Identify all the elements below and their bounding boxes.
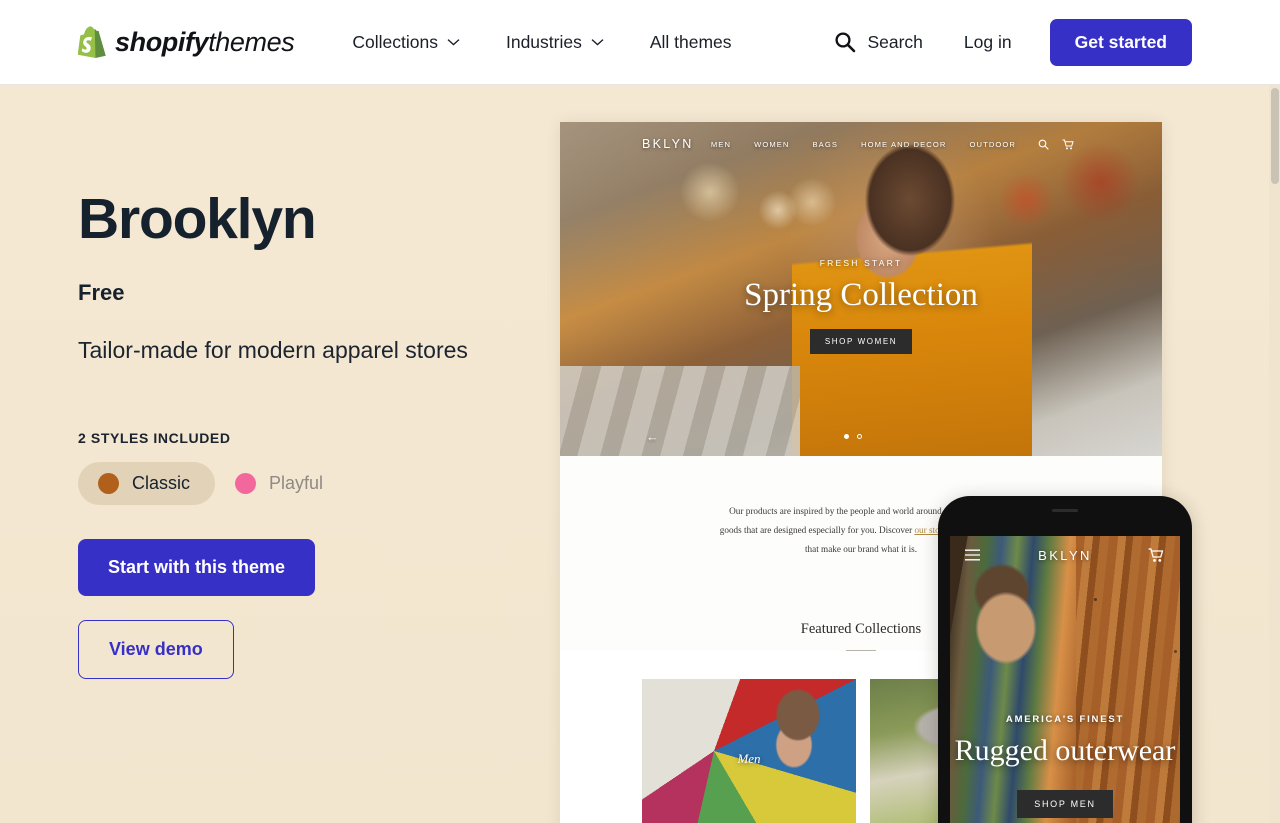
style-label-playful: Playful — [269, 473, 323, 494]
mobile-screen: BKLYN AMERICA'S FINEST Rugged outerwear … — [950, 536, 1180, 823]
phone-speaker — [1052, 509, 1078, 512]
page-scrollbar-track[interactable] — [1269, 85, 1280, 823]
theme-tagline: Tailor-made for modern apparel stores — [78, 334, 498, 368]
page-scrollbar-thumb[interactable] — [1271, 88, 1279, 184]
nav-label-industries: Industries — [506, 32, 582, 53]
nav-label-collections: Collections — [352, 32, 438, 53]
preview-hero-cta-button[interactable]: SHOP WOMEN — [810, 329, 912, 354]
preview-hero-copy: FRESH START Spring Collection SHOP WOMEN — [560, 258, 1162, 354]
nav-item-all-themes[interactable]: All themes — [638, 24, 744, 61]
search-icon[interactable] — [1038, 139, 1049, 150]
preview-store-logo[interactable]: BKLYN — [642, 137, 694, 151]
nav-label-all-themes: All themes — [650, 32, 732, 53]
style-label-classic: Classic — [132, 473, 190, 494]
preview-hero-crosswalk — [560, 366, 800, 456]
preview-store-icons — [1038, 139, 1074, 150]
mobile-hero-cta-button[interactable]: SHOP MEN — [1017, 790, 1112, 818]
preview-card-label-men: Men — [737, 751, 760, 767]
preview-menu-item-men[interactable]: MEN — [711, 140, 731, 149]
theme-title: Brooklyn — [78, 190, 508, 250]
view-demo-button[interactable]: View demo — [78, 620, 234, 679]
search-button[interactable]: Search — [830, 23, 926, 61]
start-with-this-theme-button[interactable]: Start with this theme — [78, 539, 315, 596]
carousel-prev-arrow-icon[interactable]: ← — [646, 429, 659, 444]
preview-menu-item-women[interactable]: WOMEN — [754, 140, 789, 149]
search-label: Search — [867, 32, 922, 53]
carousel-dot-2[interactable] — [857, 434, 862, 439]
carousel-dots — [844, 434, 862, 439]
mobile-store-navbar: BKLYN — [950, 536, 1180, 574]
cart-icon[interactable] — [1062, 139, 1074, 150]
chevron-down-icon — [591, 38, 604, 46]
preview-store-navbar: BKLYN MEN WOMEN BAGS HOME AND DECOR OUTD… — [560, 122, 1162, 166]
preview-hero-headline: Spring Collection — [560, 279, 1162, 312]
mobile-store-logo[interactable]: BKLYN — [1038, 548, 1092, 563]
preview-collection-card-men[interactable]: Men — [642, 679, 856, 823]
preview-hero-eyebrow: FRESH START — [560, 258, 1162, 268]
cart-icon[interactable] — [1148, 548, 1165, 563]
brand-word-shopify: shopify — [115, 27, 208, 57]
brand-wordmark: shopifythemes — [115, 29, 294, 56]
nav-item-collections[interactable]: Collections — [340, 24, 472, 61]
carousel-dot-1[interactable] — [844, 434, 849, 439]
style-selector: Classic Playful — [78, 462, 508, 505]
shopify-bag-icon — [78, 26, 106, 58]
preview-menu-item-outdoor[interactable]: OUTDOOR — [969, 140, 1016, 149]
style-swatch-playful — [235, 473, 256, 494]
get-started-button[interactable]: Get started — [1050, 19, 1192, 66]
preview-menu-item-home-and-decor[interactable]: HOME AND DECOR — [861, 140, 946, 149]
hamburger-menu-icon[interactable] — [965, 549, 980, 561]
nav-item-industries[interactable]: Industries — [494, 24, 616, 61]
main-navigation: Collections Industries All themes — [340, 24, 743, 61]
brand-word-themes: themes — [208, 27, 294, 57]
mobile-theme-preview[interactable]: BKLYN AMERICA'S FINEST Rugged outerwear … — [938, 496, 1192, 823]
preview-about-line-2a: goods that are designed especially for y… — [720, 525, 915, 535]
preview-hero-banner: BKLYN MEN WOMEN BAGS HOME AND DECOR OUTD… — [560, 122, 1162, 456]
mobile-hero-eyebrow: AMERICA'S FINEST — [950, 714, 1180, 725]
preview-store-menu: MEN WOMEN BAGS HOME AND DECOR OUTDOOR — [711, 140, 1016, 149]
theme-price: Free — [78, 280, 508, 306]
search-icon — [834, 31, 856, 53]
login-link[interactable]: Log in — [960, 24, 1016, 61]
mobile-hero-headline: Rugged outerwear — [950, 733, 1180, 770]
theme-details-panel: Brooklyn Free Tailor-made for modern app… — [78, 190, 508, 679]
styles-included-label: 2 STYLES INCLUDED — [78, 430, 508, 446]
site-header: shopifythemes Collections Industries All… — [0, 0, 1280, 85]
chevron-down-icon — [447, 38, 460, 46]
style-chip-playful[interactable]: Playful — [215, 462, 348, 505]
theme-hero-section: Brooklyn Free Tailor-made for modern app… — [0, 85, 1280, 823]
mobile-hero-copy: AMERICA'S FINEST Rugged outerwear SHOP M… — [950, 714, 1180, 818]
preview-menu-item-bags[interactable]: BAGS — [813, 140, 839, 149]
style-chip-classic[interactable]: Classic — [78, 462, 215, 505]
shopify-themes-logo[interactable]: shopifythemes — [78, 26, 294, 58]
header-actions: Search Log in Get started — [830, 19, 1192, 66]
style-swatch-classic — [98, 473, 119, 494]
